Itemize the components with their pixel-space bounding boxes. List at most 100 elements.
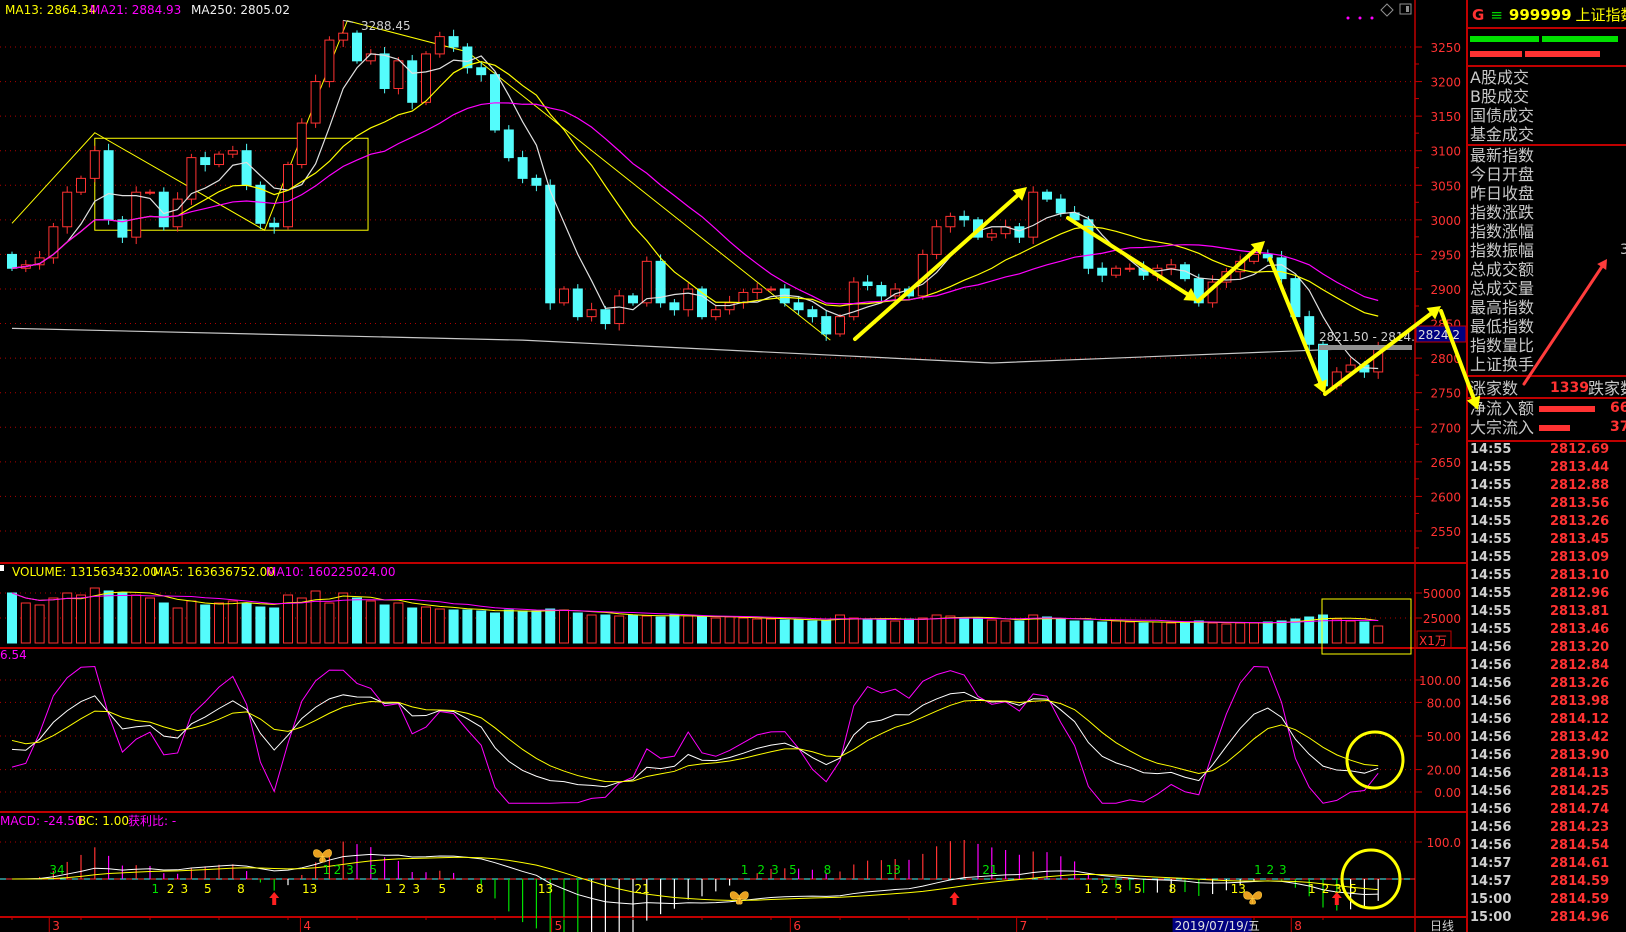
diamond-icon[interactable] [1380, 3, 1394, 17]
menu-icon[interactable]: ≡ [1490, 6, 1503, 24]
candle [669, 299, 680, 316]
window-icon[interactable] [1399, 3, 1412, 15]
count-mark: 2 [757, 863, 765, 877]
g-badge: G [1472, 6, 1485, 24]
candle [172, 192, 183, 232]
candle-body [296, 122, 307, 166]
volume-bar [462, 609, 473, 644]
candle [296, 118, 307, 169]
kline-chart[interactable]: 341 2 3 5 8 131 2 3 51 2 3 5 8 13 211 2 3 5 8 13 211 2 3 5 8 131 2… [0, 0, 1466, 932]
tick-row: 14:55 2813.46 [1470, 621, 1626, 639]
candle-body [145, 191, 155, 194]
tick-time: 14:55 [1470, 550, 1512, 565]
volume-bar [807, 620, 818, 644]
tick-row: 14:55 2813.81 [1470, 603, 1626, 621]
kdj-tick-label: 20.00 [1427, 764, 1461, 778]
macd-value: MACD: -24.50 [0, 814, 83, 828]
stock-name: 上证指数 [1575, 6, 1626, 24]
volume-bar [1249, 622, 1259, 644]
volume-bar [710, 617, 721, 644]
count-mark: 2 [1322, 882, 1330, 896]
candle-body [48, 226, 59, 259]
volume-bar [503, 609, 514, 644]
volume-bar [628, 614, 638, 644]
candle [283, 161, 293, 230]
butterfly-icon [729, 891, 749, 905]
candle [34, 250, 45, 270]
peak-price-label: 3288.45 [361, 19, 411, 33]
tick-time: 14:55 [1470, 604, 1512, 619]
candle [986, 228, 997, 241]
tick-time: 14:56 [1470, 730, 1512, 745]
volume-bar [959, 618, 970, 644]
flow-row: 大宗流入 37. [1470, 418, 1626, 437]
candle-body [752, 288, 763, 293]
tick-row: 14:56 2813.20 [1470, 639, 1626, 657]
candle-body [1111, 267, 1121, 276]
price-tick-label: 2900 [1430, 283, 1461, 297]
candle [158, 187, 169, 231]
candle-body [269, 222, 280, 228]
candle-body [379, 53, 390, 89]
volume-bar [1083, 620, 1094, 644]
volume-bar [1097, 621, 1108, 644]
kdj-tick-label: 80.00 [1427, 696, 1461, 710]
tick-price: 2814.96 [1550, 910, 1610, 925]
candle-body [793, 302, 804, 311]
tick-price: 2813.26 [1550, 514, 1610, 529]
candle-body [1345, 364, 1356, 373]
candle [1290, 274, 1301, 323]
count-mark: 13 [302, 882, 317, 896]
candle-body [517, 157, 528, 179]
candle-body [710, 309, 721, 318]
volume-bar [655, 616, 666, 644]
candle-body [324, 39, 335, 83]
candle-body [1014, 226, 1025, 238]
grid [0, 0, 1466, 932]
dot-icon [1358, 16, 1362, 20]
ma13-line [11, 61, 1379, 317]
candle-body [807, 309, 818, 318]
candle-body [421, 53, 431, 103]
candle-body [1331, 371, 1342, 387]
volume-tick-label: 50000 [1423, 587, 1461, 601]
buy-bar [1470, 36, 1539, 42]
volume-bar [1193, 620, 1204, 644]
tick-time: 14:56 [1470, 802, 1512, 817]
volume-bar [310, 590, 321, 644]
candle-body [586, 309, 597, 318]
tick-price: 2813.56 [1550, 496, 1610, 511]
ma250-label: MA250: 2805.02 [191, 3, 290, 17]
summary-row: 基金成交 [1470, 125, 1535, 144]
volume-bar [1373, 625, 1384, 644]
candle-body [476, 67, 487, 76]
volume-bar [614, 615, 625, 644]
index-field-row: 指数振幅 [1470, 241, 1535, 260]
candle [503, 125, 514, 162]
volume-bar [48, 597, 59, 644]
candle [117, 216, 128, 244]
month-label: 3 [52, 919, 60, 932]
count-mark: 2 [399, 882, 407, 896]
tick-time: 14:56 [1470, 712, 1512, 727]
flow-label: 净流入额 [1470, 399, 1535, 418]
candle [1221, 267, 1232, 288]
candle-body [669, 302, 680, 311]
price-tick-label: 3100 [1430, 145, 1461, 159]
candle-body [172, 198, 183, 228]
price-tick-label: 3000 [1430, 214, 1461, 228]
count-mark: 1 [323, 863, 331, 877]
count-mark: 5 [1134, 882, 1142, 896]
price-tick-label: 2950 [1430, 248, 1461, 262]
tick-row: 14:56 2812.84 [1470, 657, 1626, 675]
candle [931, 219, 942, 260]
tick-row: 14:55 2812.69 [1470, 441, 1626, 459]
volume-bar [421, 606, 431, 644]
candle [200, 151, 211, 172]
candle [614, 290, 625, 331]
candle-body [434, 36, 445, 55]
tick-time: 14:55 [1470, 514, 1512, 529]
period-label[interactable]: 日线 [1430, 919, 1454, 932]
candle [1345, 358, 1356, 377]
volume-value: VOLUME: 131563432.00 [12, 565, 158, 579]
